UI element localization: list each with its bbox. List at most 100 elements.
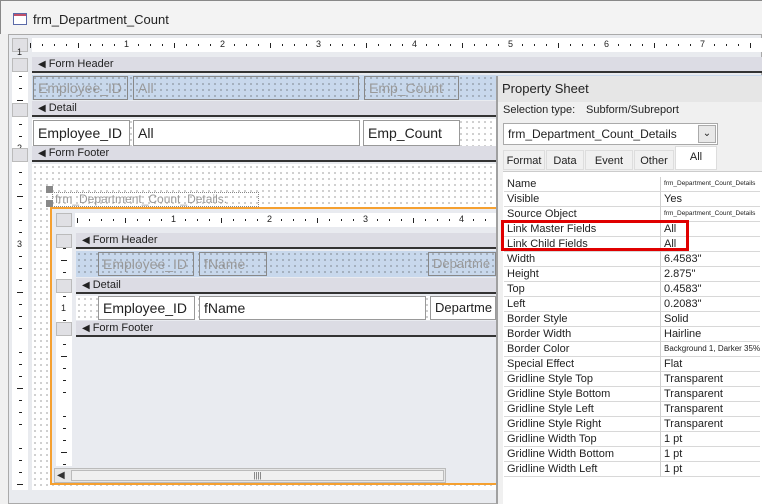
property-value[interactable]: Transparent xyxy=(660,372,760,387)
section-selector[interactable] xyxy=(56,279,72,293)
ruler-tick xyxy=(90,44,91,46)
ruler-number: 2 xyxy=(220,39,226,49)
ruler-tick xyxy=(474,44,475,46)
emp-count-textbox[interactable]: Emp_Count xyxy=(363,120,460,146)
property-row[interactable]: Top 0.4583" xyxy=(504,282,760,297)
collapse-arrow-icon: ◀ xyxy=(82,235,90,246)
subform-selector[interactable] xyxy=(56,213,72,227)
header-label-employee-id[interactable]: Employee_ID xyxy=(33,76,128,100)
property-value[interactable]: frm_Department_Count_Details xyxy=(660,177,760,192)
property-value[interactable]: Transparent xyxy=(660,402,760,417)
property-value[interactable]: Flat xyxy=(660,357,760,372)
property-value[interactable]: 1 pt xyxy=(660,432,760,447)
property-row[interactable]: Gridline Style Right Transparent xyxy=(504,417,760,432)
property-row[interactable]: Gridline Width Left 1 pt xyxy=(504,462,760,477)
property-row[interactable]: Gridline Width Top 1 pt xyxy=(504,432,760,447)
subform-detail-area[interactable]: Employee_ID fName Departme xyxy=(76,296,496,320)
sub-employee-id-textbox[interactable]: Employee_ID xyxy=(98,296,195,320)
ruler-tick xyxy=(570,44,571,46)
tab-format[interactable]: Format xyxy=(503,150,545,170)
property-row[interactable]: Border Style Solid xyxy=(504,312,760,327)
property-row[interactable]: Gridline Style Top Transparent xyxy=(504,372,760,387)
section-selector[interactable] xyxy=(56,234,72,248)
form-icon xyxy=(13,13,27,25)
property-value[interactable]: 1 pt xyxy=(660,447,760,462)
property-value[interactable]: Yes xyxy=(660,192,760,207)
header-label-all[interactable]: All xyxy=(133,76,359,100)
property-row[interactable]: Name frm_Department_Count_Details xyxy=(504,177,760,192)
property-row[interactable]: Height 2.875" xyxy=(504,267,760,282)
tab-all[interactable]: All xyxy=(675,146,717,170)
property-value[interactable]: Transparent xyxy=(660,417,760,432)
property-name: Width xyxy=(507,253,536,265)
section-selector[interactable] xyxy=(56,322,72,336)
chevron-down-icon[interactable]: ⌄ xyxy=(698,125,716,143)
ruler-tick xyxy=(618,44,619,46)
tab-other[interactable]: Other xyxy=(634,150,674,170)
subform-control[interactable]: 1 2 3 4 1 ◀ Form Header Employee_ID fName De… xyxy=(50,207,496,485)
ruler-tick xyxy=(17,292,23,293)
ruler-tick xyxy=(62,428,66,429)
property-row[interactable]: Border Color Background 1, Darker 35% xyxy=(504,342,760,357)
subform-horizontal-ruler[interactable]: 1 2 3 4 xyxy=(75,213,496,227)
subform-label[interactable]: frm_Department_Count_Details: xyxy=(52,192,259,207)
all-textbox[interactable]: All xyxy=(133,120,360,146)
ruler-tick xyxy=(66,44,67,46)
ruler-tick xyxy=(209,219,210,221)
section-selector-detail[interactable] xyxy=(12,103,28,117)
sub-header-label-employee-id[interactable]: Employee_ID xyxy=(98,252,194,276)
ruler-number: 4 xyxy=(412,39,418,49)
vertical-ruler[interactable]: 123 xyxy=(12,47,28,490)
employee-id-textbox[interactable]: Employee_ID xyxy=(33,120,130,146)
subform-detail-bar[interactable]: ◀ Detail xyxy=(76,278,496,294)
section-selector-footer[interactable] xyxy=(12,148,28,162)
property-row[interactable]: Special Effect Flat xyxy=(504,357,760,372)
property-value[interactable]: Solid xyxy=(660,312,760,327)
section-selector-header[interactable] xyxy=(12,58,28,72)
property-value[interactable]: 6.4583" xyxy=(660,252,760,267)
object-combo[interactable]: frm_Department_Count_Details ⌄ xyxy=(503,123,718,145)
sub-header-label-department[interactable]: Departme xyxy=(428,252,496,276)
ruler-tick xyxy=(546,44,547,46)
property-row[interactable]: Gridline Width Bottom 1 pt xyxy=(504,447,760,462)
property-row[interactable]: Left 0.2083" xyxy=(504,297,760,312)
property-value[interactable]: Transparent xyxy=(660,387,760,402)
property-row[interactable]: Width 6.4583" xyxy=(504,252,760,267)
tab-event[interactable]: Event xyxy=(585,150,633,170)
sub-header-label-fname[interactable]: fName xyxy=(199,252,267,276)
ruler-tick xyxy=(62,416,66,417)
scroll-left-icon[interactable]: ◀ xyxy=(57,470,65,481)
ruler-tick xyxy=(54,44,55,46)
property-value[interactable]: 0.2083" xyxy=(660,297,760,312)
ruler-tick xyxy=(18,376,22,377)
property-value[interactable]: 0.4583" xyxy=(660,282,760,297)
ruler-tick xyxy=(293,219,294,221)
property-name: Height xyxy=(507,268,539,280)
property-value[interactable]: Hairline xyxy=(660,327,760,342)
horizontal-scrollbar[interactable]: ◀ |||| xyxy=(54,468,446,483)
subform-header-bar[interactable]: ◀ Form Header xyxy=(76,233,496,249)
tab-data[interactable]: Data xyxy=(546,150,584,170)
property-value[interactable]: 1 pt xyxy=(660,462,760,477)
scroll-thumb[interactable]: |||| xyxy=(71,470,444,481)
ruler-number: 7 xyxy=(700,39,706,49)
property-value[interactable]: Background 1, Darker 35% xyxy=(660,342,760,357)
property-row[interactable]: Visible Yes xyxy=(504,192,760,207)
ruler-tick xyxy=(18,424,22,425)
subform-vertical-ruler[interactable]: 1 xyxy=(56,234,72,466)
ruler-tick xyxy=(198,44,199,46)
property-row[interactable]: Gridline Style Bottom Transparent xyxy=(504,387,760,402)
property-row[interactable]: Border Width Hairline xyxy=(504,327,760,342)
selection-type-value: Subform/Subreport xyxy=(586,104,679,116)
ruler-tick xyxy=(62,380,66,381)
property-value[interactable]: 2.875" xyxy=(660,267,760,282)
form-header-bar[interactable]: ◀ Form Header xyxy=(32,57,762,73)
property-row[interactable]: Gridline Style Left Transparent xyxy=(504,402,760,417)
sub-department-textbox[interactable]: Departme xyxy=(430,296,496,320)
subform-footer-bar[interactable]: ◀ Form Footer xyxy=(76,321,496,337)
header-label-emp-count[interactable]: Emp_Count xyxy=(364,76,459,100)
ruler-tick xyxy=(534,44,535,46)
horizontal-ruler[interactable]: 1 2 3 4 5 6 7 xyxy=(30,38,762,52)
subform-header-area[interactable]: Employee_ID fName Departme xyxy=(76,251,496,277)
sub-fname-textbox[interactable]: fName xyxy=(199,296,426,320)
